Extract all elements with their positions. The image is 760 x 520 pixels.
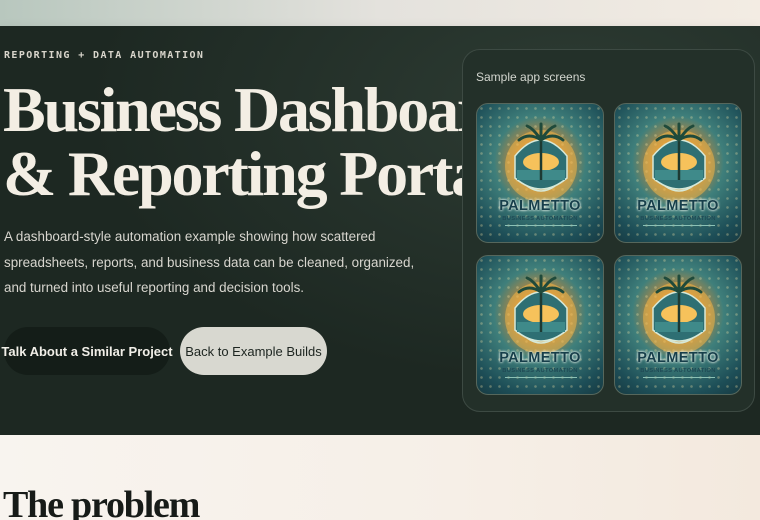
page-title-line-2: & Reporting Portal xyxy=(3,138,499,209)
problem-section: The problem xyxy=(0,435,760,520)
hero-section: REPORTING + DATA AUTOMATION Business Das… xyxy=(0,26,760,435)
page-title: Business Dashboard & Reporting Portal xyxy=(3,74,519,209)
sample-screen-thumbnail[interactable]: PALMETTO BUSINESS AUTOMATION xyxy=(476,255,604,395)
sample-screens-panel: Sample app screens PALMETTO BUSINESS AUT… xyxy=(462,49,755,412)
palm-tree-logo-icon xyxy=(643,122,715,202)
palm-tree-logo-icon xyxy=(643,274,715,354)
thumbnail-divider xyxy=(505,225,577,226)
thumbnail-divider xyxy=(643,225,715,226)
thumbnail-divider xyxy=(505,377,577,378)
thumbnail-brand-name: PALMETTO xyxy=(499,350,581,366)
page-title-line-1: Business Dashboard xyxy=(3,74,519,145)
thumbnail-brand-name: PALMETTO xyxy=(499,198,581,214)
sample-screens-label: Sample app screens xyxy=(476,70,586,84)
sample-screen-thumbnail[interactable]: PALMETTO BUSINESS AUTOMATION xyxy=(614,103,742,243)
sample-screen-thumbnail[interactable]: PALMETTO BUSINESS AUTOMATION xyxy=(476,103,604,243)
thumbnail-brand-name: PALMETTO xyxy=(637,350,719,366)
hero-description: A dashboard-style automation example sho… xyxy=(4,229,415,295)
sample-screen-thumbnail[interactable]: PALMETTO BUSINESS AUTOMATION xyxy=(614,255,742,395)
thumbnail-brand-tagline: BUSINESS AUTOMATION xyxy=(502,368,578,374)
thumbnail-brand-tagline: BUSINESS AUTOMATION xyxy=(640,368,716,374)
top-strip xyxy=(0,0,760,26)
thumbnail-brand-tagline: BUSINESS AUTOMATION xyxy=(502,216,578,222)
section-title-problem: The problem xyxy=(3,484,200,520)
back-to-example-builds-button[interactable]: Back to Example Builds xyxy=(180,327,327,375)
thumbnail-brand-tagline: BUSINESS AUTOMATION xyxy=(640,216,716,222)
thumbnail-divider xyxy=(643,377,715,378)
hero-eyebrow: REPORTING + DATA AUTOMATION xyxy=(4,50,205,61)
palm-tree-logo-icon xyxy=(505,122,577,202)
talk-about-project-button[interactable]: Talk About a Similar Project xyxy=(1,327,173,375)
palm-tree-logo-icon xyxy=(505,274,577,354)
thumbnail-brand-name: PALMETTO xyxy=(637,198,719,214)
